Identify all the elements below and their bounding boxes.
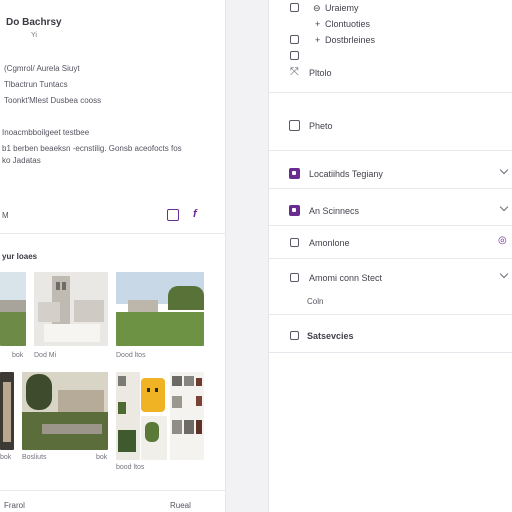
section-label: yur loaes (2, 252, 38, 261)
top-item-clontuoties[interactable]: Clontuoties (325, 19, 370, 29)
expand-icon[interactable]: ⤧ (290, 66, 299, 79)
photo-thumbnail[interactable] (170, 372, 204, 460)
photo-thumbnail[interactable] (22, 372, 108, 450)
image-icon (290, 238, 299, 247)
top-item-uraiemy[interactable]: Uraiemy (325, 3, 359, 13)
divider (269, 314, 512, 315)
divider (269, 225, 512, 226)
description-line-1: b1 berben beaeksn -ecnstilig. Gonsb aceo… (2, 144, 182, 153)
photo-thumbnail[interactable] (141, 416, 167, 460)
thumb-caption: bood ltos (116, 464, 145, 471)
details-panel: Do Bachrsy Yi (Cgmrol/ Aurela Siuyt Tlba… (0, 0, 226, 512)
top-item-prefix: + (315, 19, 321, 29)
divider (0, 490, 225, 491)
grid-icon (290, 35, 299, 44)
footer-left-link[interactable]: Frarol (4, 501, 25, 510)
chevron-down-icon[interactable] (499, 165, 509, 175)
square-icon (289, 168, 300, 179)
top-item-prefix: ⊖ (313, 3, 321, 13)
photo-thumbnail[interactable] (0, 272, 26, 346)
facebook-icon[interactable]: f (193, 208, 197, 220)
grid-icon[interactable] (290, 51, 299, 60)
chevron-down-icon[interactable] (499, 202, 509, 212)
photo-thumbnail[interactable] (116, 272, 204, 346)
page-subtitle: Yi (31, 32, 37, 39)
thumb-caption: bok (96, 454, 108, 461)
thumb-caption: Dod Mi (34, 352, 57, 359)
description-heading: Inoacmbboilgeet testbee (2, 128, 90, 137)
top-item-prefix: + (315, 35, 321, 45)
info-line-3: Toonkt'Mlest Dusbea cooss (4, 96, 102, 105)
square-icon (289, 120, 300, 131)
divider (269, 352, 512, 353)
description-line-2: ko Jadatas (2, 156, 41, 165)
photo-thumbnail[interactable] (116, 372, 140, 460)
thumb-caption: bok (0, 454, 12, 461)
grid-icon (290, 3, 299, 12)
divider (269, 188, 512, 189)
info-line-1: (Cgmrol/ Aurela Siuyt (4, 64, 80, 73)
square-icon (289, 205, 300, 216)
footer-right-link[interactable]: Rueal (170, 501, 191, 510)
info-line-2: Tlbactrun Tuntacs (4, 80, 68, 89)
divider (269, 92, 512, 93)
divider (269, 150, 512, 151)
share-icon[interactable] (167, 209, 179, 221)
section-amomi[interactable]: Amomi conn Stect (309, 273, 382, 283)
section-amonlone[interactable]: Amonlone (309, 238, 350, 248)
page-title: Do Bachrsy (6, 17, 62, 28)
divider (269, 258, 512, 259)
chevron-down-icon[interactable] (499, 269, 509, 279)
top-item-dostbrleines[interactable]: Dostbrleines (325, 35, 375, 45)
section-pheto[interactable]: Pheto (309, 121, 333, 131)
photo-thumbnail[interactable] (141, 378, 165, 412)
thumb-caption: Bosliuts (22, 454, 47, 461)
section-locations[interactable]: Locatiihds Tegiany (309, 169, 383, 179)
thumb-caption: bok (12, 352, 24, 359)
options-panel: ⊖ Uraiemy + Clontuoties + Dostbrleines ⤧… (268, 0, 512, 512)
top-item-pltolo[interactable]: Pltolo (309, 68, 332, 78)
image-icon (290, 273, 299, 282)
meta-label: M (2, 211, 9, 220)
divider (0, 233, 225, 234)
photo-thumbnail[interactable] (0, 372, 14, 450)
thumb-caption: Dood ltos (116, 352, 146, 359)
photo-thumbnail[interactable] (34, 272, 108, 346)
section-services[interactable]: Satsevcies (307, 331, 354, 341)
gear-icon (290, 331, 299, 340)
sub-item-coln[interactable]: Coln (307, 297, 323, 306)
info-icon[interactable]: ◎ (498, 235, 507, 246)
section-scinnecs[interactable]: An Scinnecs (309, 206, 359, 216)
